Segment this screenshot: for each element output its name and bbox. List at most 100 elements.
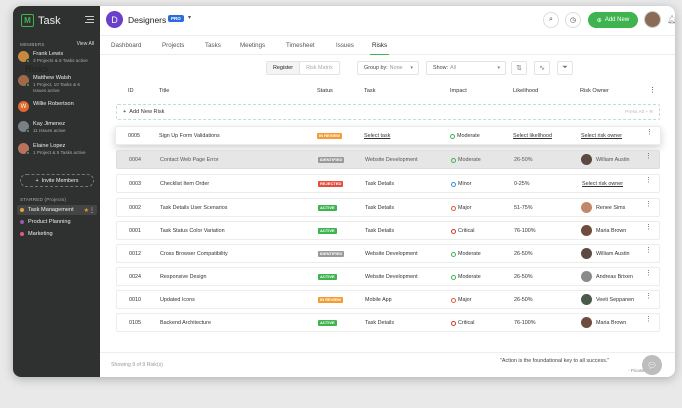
risk-owner[interactable]: Select risk owner xyxy=(581,133,622,139)
risk-task[interactable]: Task Details xyxy=(365,320,394,326)
table-row[interactable]: 0004 Contact Web Page Error IDENTIFIED Webs… xyxy=(116,150,660,169)
col-id[interactable]: ID xyxy=(128,88,134,94)
group-by-select[interactable]: Group by: None ▾ xyxy=(357,61,419,75)
tab-issues[interactable]: Issues xyxy=(336,42,354,49)
more-vertical-icon[interactable]: ⋮ xyxy=(645,316,652,323)
status-badge[interactable]: IN REVIEW xyxy=(317,133,342,139)
risk-title[interactable]: Backend Architecture xyxy=(160,320,211,326)
chevron-down-icon[interactable]: ▾ xyxy=(188,14,191,21)
col-risk-owner[interactable]: Risk Owner xyxy=(580,88,609,94)
risk-task[interactable]: Select task xyxy=(364,133,390,139)
risk-title[interactable]: Task Status Color Variation xyxy=(160,228,225,234)
risk-likelihood[interactable]: 0-25% xyxy=(514,181,530,187)
menu-icon[interactable] xyxy=(85,16,94,23)
more-vertical-icon[interactable]: ⋮ xyxy=(645,270,652,277)
clock-icon[interactable]: ◷ xyxy=(565,12,581,28)
risk-title[interactable]: Updated Icons xyxy=(160,297,195,303)
status-badge[interactable]: ACTIVE xyxy=(318,205,337,211)
tab-tasks[interactable]: Tasks xyxy=(205,42,221,49)
project-item[interactable]: Product Planning xyxy=(17,217,97,227)
app-logo[interactable]: M Task xyxy=(21,14,61,27)
risk-owner[interactable]: Andreas Brixen xyxy=(581,271,633,282)
impact-cell[interactable]: Moderate xyxy=(451,157,481,163)
member-item[interactable]: Kay Jimenez 11 Issues active xyxy=(18,121,93,134)
table-row[interactable]: 0010 Updated Icons IN REVIEW Mobile App Majo… xyxy=(116,290,660,309)
status-badge[interactable]: IDENTIFIED xyxy=(318,157,345,163)
risk-owner[interactable]: Maria Brown xyxy=(581,317,626,328)
risk-owner[interactable]: Select risk owner xyxy=(582,181,623,187)
search-icon[interactable]: ⌕ xyxy=(543,12,559,28)
member-item[interactable]: Elaine Lopez 1 Project & 5 Tasks active xyxy=(18,143,93,156)
risk-likelihood[interactable]: 26-50% xyxy=(514,297,533,303)
project-item[interactable]: Task Management ★ ⋮ xyxy=(17,205,97,215)
more-vertical-icon[interactable]: ⋮ xyxy=(645,153,652,160)
risk-likelihood[interactable]: 76-100% xyxy=(514,228,536,234)
status-badge[interactable]: ACTIVE xyxy=(318,228,337,234)
table-row[interactable]: 0105 Backend Architecture ACTIVE Task Detai… xyxy=(116,313,660,332)
risk-owner[interactable]: Renee Sims xyxy=(581,202,625,213)
risk-owner[interactable]: Veeti Seppanen xyxy=(581,294,634,305)
risk-title[interactable]: Checklist Item Order xyxy=(160,181,209,187)
activity-icon[interactable]: ∿ xyxy=(534,61,550,75)
more-vertical-icon[interactable]: ⋮ xyxy=(645,224,652,231)
impact-cell[interactable]: Moderate xyxy=(451,251,481,257)
status-badge[interactable]: ACTIVE xyxy=(318,274,337,280)
chat-icon[interactable]: 💬︎ xyxy=(642,355,662,375)
risk-task[interactable]: Mobile App xyxy=(365,297,392,303)
table-row[interactable]: 0024 Responsive Design ACTIVE Website Devel… xyxy=(116,267,660,286)
col-likelihood[interactable]: Likelihood xyxy=(513,88,538,94)
risk-title[interactable]: Contact Web Page Error xyxy=(160,157,219,163)
impact-cell[interactable]: Critical xyxy=(451,320,474,326)
status-badge[interactable]: IN REVIEW xyxy=(318,297,343,303)
risk-task[interactable]: Website Development xyxy=(365,251,418,257)
table-row[interactable]: 0005 Sign Up Form Validations IN REVIEW Sel… xyxy=(115,126,661,145)
tab-projects[interactable]: Projects xyxy=(162,42,184,49)
status-badge[interactable]: IDENTIFIED xyxy=(318,251,345,257)
more-vertical-icon[interactable]: ⋮ xyxy=(645,177,652,184)
user-avatar[interactable] xyxy=(644,11,661,28)
risk-likelihood[interactable]: 26-50% xyxy=(514,251,533,257)
table-row[interactable]: 0002 Task Details User Scenarios ACTIVE Tas… xyxy=(116,198,660,217)
workspace-avatar[interactable]: D xyxy=(106,11,123,28)
more-vertical-icon[interactable]: ⋮ xyxy=(646,129,653,136)
more-vertical-icon[interactable]: ⋮ xyxy=(645,247,652,254)
risk-matrix-button[interactable]: Risk Matrix xyxy=(299,62,339,74)
more-vertical-icon[interactable]: ⋮ xyxy=(645,293,652,300)
add-new-risk-row[interactable]: + Add New Risk Press Alt + R xyxy=(116,104,660,120)
risk-likelihood[interactable]: 26-50% xyxy=(514,157,533,163)
risk-likelihood[interactable]: Select likelihood xyxy=(513,133,552,139)
table-row[interactable]: 0012 Cross Browser Compatibility IDENTIFIE… xyxy=(116,244,660,263)
view-all-link[interactable]: View All xyxy=(77,41,94,47)
col-task[interactable]: Task xyxy=(364,88,376,94)
col-status[interactable]: Status xyxy=(317,88,333,94)
risk-task[interactable]: Task Details xyxy=(365,228,394,234)
risk-task[interactable]: Task Details xyxy=(365,205,394,211)
impact-cell[interactable]: Major xyxy=(451,297,471,303)
table-row[interactable]: 0001 Task Status Color Variation ACTIVE Tas… xyxy=(116,221,660,240)
risk-title[interactable]: Task Details User Scenarios xyxy=(160,205,227,211)
more-vertical-icon[interactable]: ⋮ xyxy=(645,201,652,208)
impact-cell[interactable]: Moderate xyxy=(451,274,481,280)
risk-title[interactable]: Cross Browser Compatibility xyxy=(160,251,228,257)
more-vertical-icon[interactable]: ⋮ xyxy=(89,207,95,214)
tab-timesheet[interactable]: Timesheet xyxy=(286,42,315,49)
show-select[interactable]: Show: All ▾ xyxy=(426,61,506,75)
table-row[interactable]: 0003 Checklist Item Order REJECTED Task Det… xyxy=(116,174,660,193)
status-badge[interactable]: ACTIVE xyxy=(318,320,337,326)
risk-task[interactable]: Task Details xyxy=(365,181,394,187)
risk-title[interactable]: Sign Up Form Validations xyxy=(159,133,220,139)
add-new-button[interactable]: ⊕ Add New xyxy=(588,12,638,28)
register-view-button[interactable]: Register xyxy=(267,62,300,74)
tab-risks[interactable]: Risks xyxy=(369,42,390,55)
sort-icon[interactable]: ⇅ xyxy=(511,61,527,75)
member-item[interactable]: W Willie Robertson xyxy=(18,101,93,112)
impact-cell[interactable]: Moderate xyxy=(450,133,480,139)
risk-owner[interactable]: William Austin xyxy=(581,154,630,165)
impact-cell[interactable]: Critical xyxy=(451,228,474,234)
invite-members-button[interactable]: + Invite Members xyxy=(20,174,94,187)
risk-task[interactable]: Website Development xyxy=(365,157,418,163)
risk-likelihood[interactable]: 26-50% xyxy=(514,274,533,280)
risk-owner[interactable]: William Austin xyxy=(581,248,630,259)
workspace-name[interactable]: Designers xyxy=(128,15,166,25)
col-impact[interactable]: Impact xyxy=(450,88,467,94)
